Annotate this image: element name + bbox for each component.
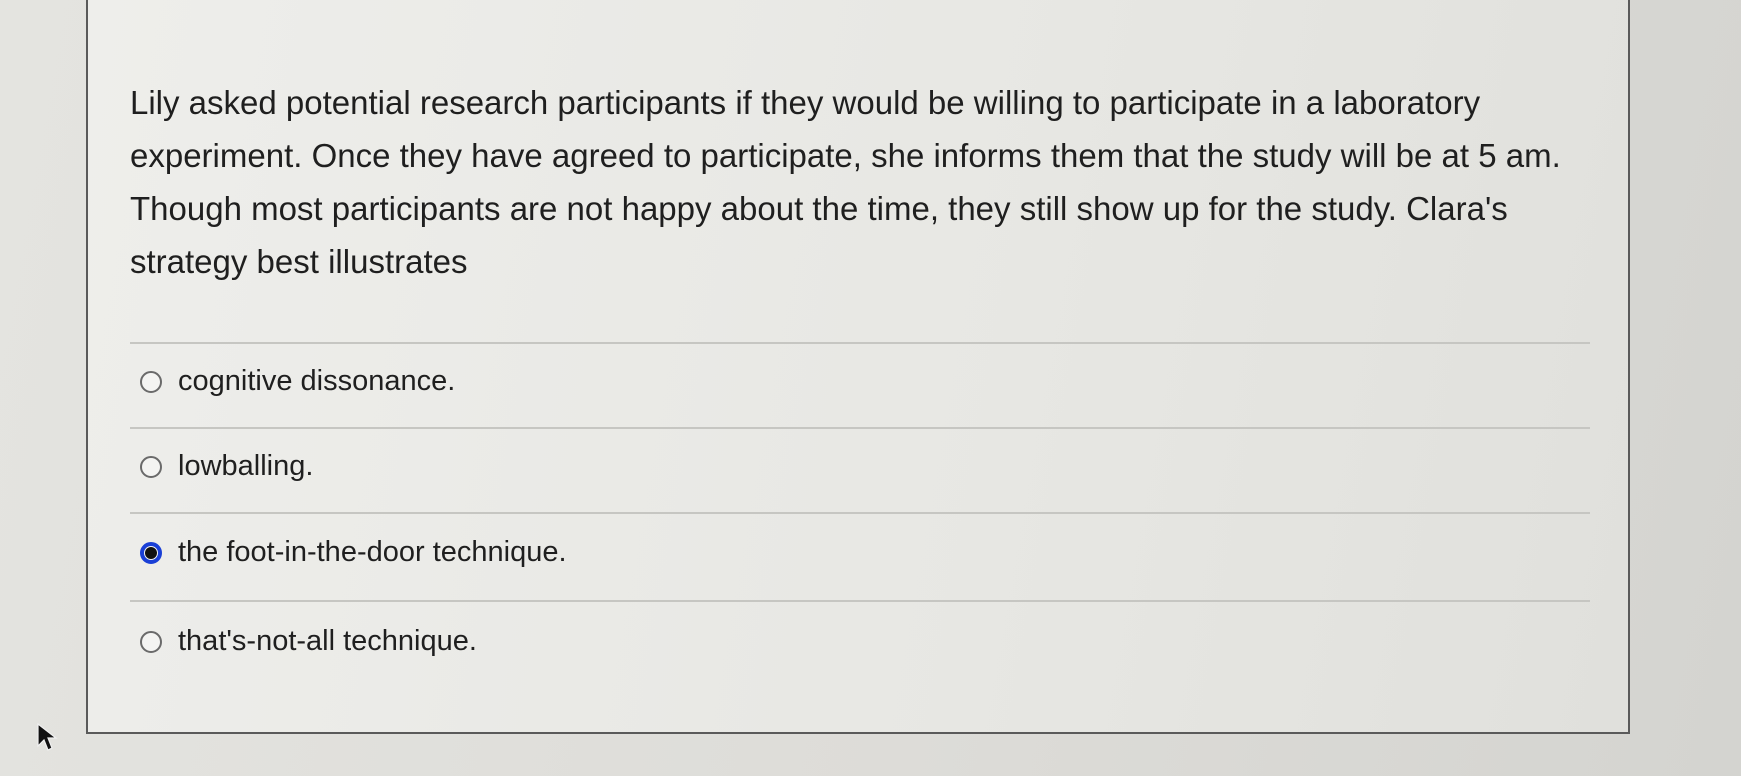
question-card: Lily asked potential research participan… [86,0,1630,734]
answer-option-cognitive-dissonance[interactable]: cognitive dissonance. [140,365,455,398]
divider [130,600,1590,602]
divider [130,512,1590,514]
radio-button[interactable] [140,370,162,393]
answer-option-label: the foot-in-the-door technique. [178,536,567,568]
answer-option-label: that's-not-all technique. [178,625,477,657]
answer-option-label: cognitive dissonance. [178,365,456,397]
divider [130,427,1590,429]
radio-button-selected[interactable] [140,541,162,564]
answer-option-label: lowballing. [178,450,314,482]
radio-button[interactable] [140,455,162,478]
radio-button[interactable] [140,630,162,653]
answer-option-lowballing[interactable]: lowballing. [140,450,313,483]
answer-option-foot-in-the-door[interactable]: the foot-in-the-door technique. [140,536,567,569]
mouse-pointer-icon [37,722,58,751]
answer-option-thats-not-all[interactable]: that's-not-all technique. [140,625,477,658]
question-text: Lily asked potential research participan… [130,84,1561,280]
divider [130,342,1590,344]
radio-selected-dot [145,546,157,559]
